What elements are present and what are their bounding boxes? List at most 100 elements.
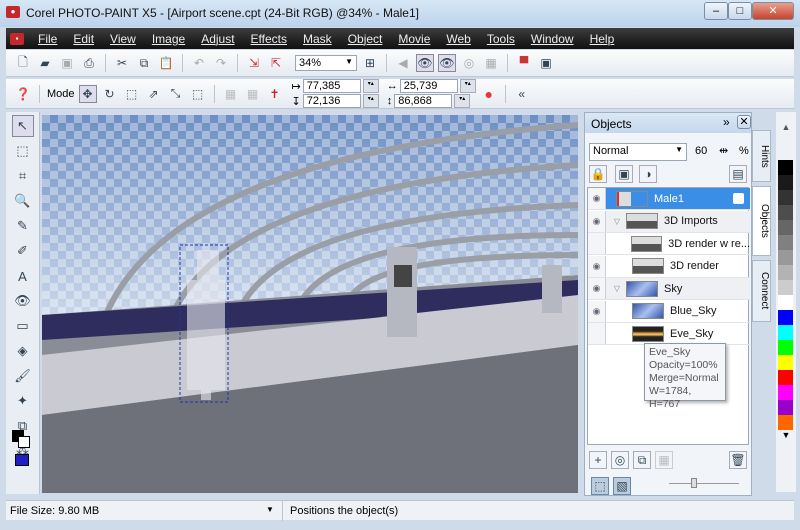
mask-overlay-icon[interactable]: ◎ <box>460 54 478 72</box>
print-icon[interactable]: ⎙ <box>80 54 98 72</box>
expand-triangle-icon[interactable]: ▽ <box>606 284 620 293</box>
red-eye-tool-icon[interactable]: 👁 <box>12 290 34 312</box>
menu-movie[interactable]: Movie <box>390 32 438 46</box>
new-group-icon[interactable]: ⧉ <box>633 451 651 469</box>
menu-help[interactable]: Help <box>582 32 623 46</box>
menu-effects[interactable]: Effects <box>243 32 295 46</box>
eyedropper-tool-icon[interactable]: ✎ <box>12 215 34 237</box>
menu-window[interactable]: Window <box>523 32 582 46</box>
rectangle-tool-icon[interactable]: ▭ <box>12 315 34 337</box>
zoom-tool-icon[interactable]: 🔍 <box>12 190 34 212</box>
layer-row[interactable]: ◉ Male1 <box>588 188 750 210</box>
save-icon[interactable]: ▣ <box>58 54 76 72</box>
width-field[interactable]: 25,739 <box>399 79 458 93</box>
menu-web[interactable]: Web <box>438 32 478 46</box>
export-icon[interactable]: ⇱ <box>267 54 285 72</box>
image-canvas[interactable] <box>42 115 578 493</box>
palette-swatch[interactable] <box>778 280 793 295</box>
tab-connect[interactable]: Connect <box>752 260 771 322</box>
palette-swatch[interactable] <box>778 400 793 415</box>
menu-mask[interactable]: Mask <box>295 32 340 46</box>
collapse-icon[interactable]: « <box>513 85 531 103</box>
rotate-mode-icon[interactable]: ↻ <box>101 85 119 103</box>
lock-checkbox[interactable] <box>733 193 744 204</box>
height-spinner[interactable]: ▾▴ <box>454 94 471 108</box>
palette-swatch[interactable] <box>778 295 793 310</box>
palette-scroll-up-icon[interactable]: ▲ <box>776 112 796 160</box>
palette-swatch[interactable] <box>778 175 793 190</box>
help-icon[interactable]: ❓ <box>14 85 32 103</box>
menu-file[interactable]: File <box>30 32 65 46</box>
eye-icon[interactable]: ◉ <box>588 300 606 322</box>
combine-icon[interactable]: ▦ <box>655 451 673 469</box>
hidden-toggle[interactable] <box>588 233 606 254</box>
anchor-icon[interactable]: ✝ <box>266 85 284 103</box>
eye-icon[interactable]: ◉ <box>588 188 606 209</box>
tab-hints[interactable]: Hints <box>752 130 771 182</box>
paint-tool-icon[interactable]: 🖌 <box>12 365 34 387</box>
fill-tool-icon[interactable]: ◈ <box>12 340 34 362</box>
show-object-marquee-icon[interactable]: 👁 <box>416 54 434 72</box>
fit-view-icon[interactable]: ⬚ <box>591 477 609 495</box>
x-spinner[interactable]: ▾▴ <box>362 79 379 93</box>
thumbnail-size-slider[interactable] <box>669 478 739 488</box>
maximize-button[interactable]: □ <box>728 2 752 20</box>
eye-icon[interactable]: ◉ <box>588 255 606 277</box>
expand-triangle-icon[interactable]: ▽ <box>606 217 620 226</box>
skew-mode-icon[interactable]: ⇗ <box>145 85 163 103</box>
eraser-tool-icon[interactable]: ✐ <box>12 240 34 262</box>
menu-tools[interactable]: Tools <box>479 32 523 46</box>
paste-icon[interactable]: 📋 <box>157 54 175 72</box>
x-position-field[interactable]: 77,385 <box>302 79 361 93</box>
palette-swatch[interactable] <box>778 205 793 220</box>
pick-tool-icon[interactable]: ↖ <box>11 115 34 137</box>
copy-icon[interactable]: ⧉ <box>135 54 153 72</box>
y-position-field[interactable]: 72,136 <box>302 94 361 108</box>
height-field[interactable]: 86,868 <box>394 94 453 108</box>
layer-row[interactable]: 3D render w re... <box>588 233 750 255</box>
palette-swatch[interactable] <box>778 385 793 400</box>
apply-icon[interactable]: ▦ <box>222 85 240 103</box>
palette-scroll-down-icon[interactable]: ▼ <box>776 430 796 440</box>
show-mask-marquee-icon[interactable]: 👁 <box>438 54 456 72</box>
palette-swatch[interactable] <box>778 250 793 265</box>
close-button[interactable]: ✕ <box>752 2 794 20</box>
menu-object[interactable]: Object <box>340 32 391 46</box>
thumbnail-view-icon[interactable]: ▧ <box>613 477 631 495</box>
menu-edit[interactable]: Edit <box>65 32 102 46</box>
lock-icon[interactable]: 🔒 <box>589 165 607 183</box>
opacity-field[interactable]: 60 <box>695 145 707 157</box>
palette-swatch[interactable] <box>778 310 793 325</box>
menu-image[interactable]: Image <box>144 32 193 46</box>
eye-icon[interactable]: ◉ <box>588 278 606 299</box>
clip-mask-icon[interactable]: ◑ <box>639 165 657 183</box>
palette-swatch[interactable] <box>778 325 793 340</box>
status-dropdown-icon[interactable]: ▼ <box>266 505 274 514</box>
app-launcher-icon[interactable]: ▀ <box>515 54 533 72</box>
import-icon[interactable]: ⇲ <box>245 54 263 72</box>
expand-icon[interactable]: » <box>723 115 730 129</box>
layer-row[interactable]: Eve_Sky <box>588 323 750 345</box>
position-mode-icon[interactable]: ✥ <box>78 84 97 103</box>
palette-swatch[interactable] <box>778 265 793 280</box>
open-icon[interactable]: ▰ <box>36 54 54 72</box>
opacity-slider-icon[interactable]: ⇹ <box>719 144 728 157</box>
palette-swatch[interactable] <box>778 235 793 250</box>
effect-tool-icon[interactable]: ✦ <box>12 390 34 412</box>
launch-icon[interactable]: ◀ <box>394 54 412 72</box>
distort-mode-icon[interactable]: ⤡ <box>167 85 185 103</box>
palette-swatch[interactable] <box>778 190 793 205</box>
mask-icon[interactable]: ▣ <box>615 165 633 183</box>
minimize-button[interactable]: – <box>704 2 728 20</box>
hidden-toggle[interactable] <box>588 323 606 344</box>
width-spinner[interactable]: ▾▴ <box>459 79 476 93</box>
undo-icon[interactable]: ↶ <box>190 54 208 72</box>
layer-row[interactable]: ◉ ▽ 3D Imports <box>588 210 750 233</box>
clip-icon[interactable]: ▦ <box>482 54 500 72</box>
layer-row[interactable]: ◉ 3D render <box>588 255 750 278</box>
menu-view[interactable]: View <box>102 32 144 46</box>
layer-row[interactable]: ◉ Blue_Sky <box>588 300 750 323</box>
delete-icon[interactable]: 🗑 <box>729 451 747 469</box>
cut-icon[interactable]: ✂ <box>113 54 131 72</box>
fit-icon[interactable]: ⊞ <box>361 54 379 72</box>
